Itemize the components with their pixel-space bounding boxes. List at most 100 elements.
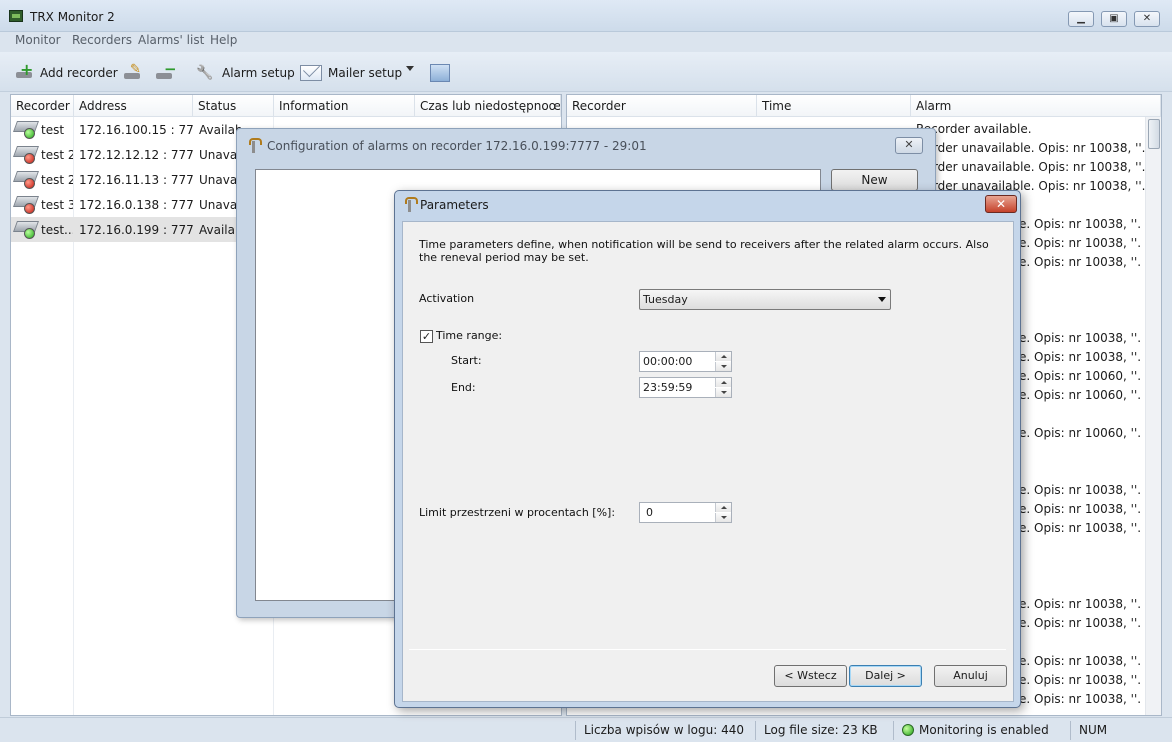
wrench-icon <box>247 138 262 154</box>
recorder-status-icon <box>15 119 37 139</box>
monitoring-status-text: Monitoring is enabled <box>919 723 1049 737</box>
recorder-status-icon <box>15 219 37 239</box>
log-row-alarm: e. Opis: nr 10038, ''. <box>1019 217 1142 231</box>
recorder-address: 172.16.100.15 : 7777 <box>79 123 193 137</box>
recorder-status: Unavail <box>199 198 241 212</box>
parameters-dialog-title: Parameters <box>420 198 489 212</box>
end-time-input[interactable]: 23:59:59 <box>639 377 732 398</box>
mailer-dropdown-arrow-icon[interactable] <box>406 66 414 71</box>
log-row-alarm: e. Opis: nr 10038, ''. <box>1019 331 1142 345</box>
log-row-alarm: e. Opis: nr 10038, ''. <box>1019 236 1142 250</box>
log-row-alarm: e. Opis: nr 10038, ''. <box>1019 616 1142 630</box>
menu-recorders[interactable]: Recorders <box>72 33 132 47</box>
envelope-icon <box>300 65 322 81</box>
edit-recorder-icon <box>122 62 142 82</box>
col-header-status[interactable]: Status <box>193 95 274 117</box>
menu-alarms-list[interactable]: Alarms' list <box>138 33 204 47</box>
recorder-name: test... <box>41 223 73 237</box>
col-header-log-alarm[interactable]: Alarm <box>911 95 1161 117</box>
limit-label: Limit przestrzeni w procentach [%]: <box>419 506 616 519</box>
parameters-dialog: Parameters ✕ Time parameters define, whe… <box>394 190 1021 708</box>
recorder-address: 172.12.12.12 : 7777 <box>79 148 193 162</box>
alarm-setup-button[interactable]: Alarm setup <box>196 62 295 84</box>
spin-down-icon[interactable] <box>715 388 731 397</box>
status-dot-icon <box>24 153 35 164</box>
log-row-alarm: e. Opis: nr 10060, ''. <box>1019 369 1142 383</box>
spin-up-icon[interactable] <box>715 378 731 387</box>
num-lock-indicator: NUM <box>1070 721 1130 740</box>
mailer-setup-button[interactable]: Mailer setup <box>300 62 402 84</box>
recorder-status: Availab <box>199 223 241 237</box>
window-titlebar: TRX Monitor 2 ▁ ▣ ✕ <box>0 0 1172 32</box>
config-close-button[interactable]: ✕ <box>895 137 923 154</box>
alarm-setup-label: Alarm setup <box>222 66 295 80</box>
menu-help[interactable]: Help <box>210 33 237 47</box>
log-row-alarm: e. Opis: nr 10060, ''. <box>1019 388 1142 402</box>
window-title: TRX Monitor 2 <box>30 10 115 24</box>
spin-down-icon[interactable] <box>715 513 731 522</box>
activation-value: Tuesday <box>643 293 688 306</box>
col-header-address[interactable]: Address <box>74 95 193 117</box>
spin-up-icon[interactable] <box>715 503 731 512</box>
status-dot-icon <box>24 228 35 239</box>
activation-select[interactable]: Tuesday <box>639 289 891 310</box>
log-row-alarm: e. Opis: nr 10038, ''. <box>1019 502 1142 516</box>
menu-monitor[interactable]: Monitor <box>15 33 61 47</box>
config-dialog-title: Configuration of alarms on recorder 172.… <box>267 139 647 153</box>
log-count: Liczba wpisów w logu: 440 <box>575 721 755 740</box>
log-row-alarm: e. Opis: nr 10038, ''. <box>1019 350 1142 364</box>
recorder-name: test <box>41 123 65 137</box>
start-time-value: 00:00:00 <box>643 355 693 368</box>
start-time-input[interactable]: 00:00:00 <box>639 351 732 372</box>
log-scrollbar-thumb[interactable] <box>1148 119 1160 149</box>
log-row-alarm: e. Opis: nr 10038, ''. <box>1019 597 1142 611</box>
parameters-body: Time parameters define, when notificatio… <box>402 221 1014 702</box>
log-file-size: Log file size: 23 KB <box>755 721 893 740</box>
close-button[interactable]: ✕ <box>1134 11 1160 27</box>
log-scrollbar[interactable] <box>1145 117 1161 715</box>
chevron-down-icon <box>878 297 886 302</box>
limit-percent-input[interactable]: 0 <box>639 502 732 523</box>
status-dot-icon <box>24 128 35 139</box>
recorder-address: 172.16.0.199 : 7777 <box>79 223 193 237</box>
add-recorder-icon <box>14 60 34 82</box>
activation-label: Activation <box>419 292 475 305</box>
remove-recorder-button[interactable] <box>154 60 180 84</box>
col-header-information[interactable]: Information <box>274 95 415 117</box>
col-header-recorder[interactable]: Recorder <box>11 95 74 117</box>
back-button[interactable]: < Wstecz <box>774 665 847 687</box>
recorder-address: 172.16.0.138 : 7777 <box>79 198 193 212</box>
wrench-icon <box>196 64 216 82</box>
cancel-button[interactable]: Anuluj <box>934 665 1007 687</box>
col-header-log-recorder[interactable]: Recorder <box>567 95 757 117</box>
end-time-value: 23:59:59 <box>643 381 693 394</box>
time-range-label: Time range: <box>436 329 503 342</box>
col-header-time-unavailability[interactable]: Czas lub niedostępnoœæ <box>415 95 561 117</box>
log-row-alarm: e. Opis: nr 10038, ''. <box>1019 654 1142 668</box>
log-row-alarm: e. Opis: nr 10038, ''. <box>1019 673 1142 687</box>
maximize-button[interactable]: ▣ <box>1101 11 1127 27</box>
remove-recorder-icon <box>154 60 177 82</box>
recorder-status-icon <box>15 144 37 164</box>
separator <box>409 649 1006 650</box>
recorder-status: Unavail <box>199 173 241 187</box>
end-label: End: <box>451 381 476 394</box>
time-range-checkbox[interactable]: ✓ <box>420 330 433 343</box>
new-alarm-button[interactable]: New <box>831 169 918 191</box>
col-header-log-time[interactable]: Time <box>757 95 911 117</box>
toolbar: Add recorder Alarm setup Mailer setup <box>0 52 1172 92</box>
minimize-button[interactable]: ▁ <box>1068 11 1094 27</box>
menu-bar: Monitor Recorders Alarms' list Help <box>0 32 1172 50</box>
recorder-status-icon <box>15 169 37 189</box>
spin-down-icon[interactable] <box>715 362 731 371</box>
next-button[interactable]: Dalej > <box>849 665 922 687</box>
recorder-status: Unavail <box>199 148 241 162</box>
add-recorder-button[interactable]: Add recorder <box>14 60 118 84</box>
parameters-close-button[interactable]: ✕ <box>985 195 1017 213</box>
calendar-icon <box>430 64 450 82</box>
spin-up-icon[interactable] <box>715 352 731 361</box>
monitoring-status-icon <box>902 724 914 736</box>
mailer-setup-label: Mailer setup <box>328 66 403 80</box>
edit-recorder-button[interactable] <box>122 62 148 84</box>
calendar-button[interactable] <box>430 62 456 84</box>
